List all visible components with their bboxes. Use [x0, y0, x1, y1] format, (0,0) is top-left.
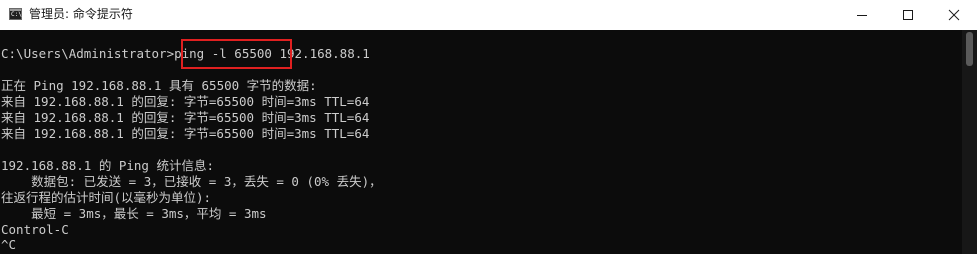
output-line: 来自 192.168.88.1 的回复: 字节=65500 时间=3ms TTL…: [1, 126, 370, 141]
output-line: 来自 192.168.88.1 的回复: 字节=65500 时间=3ms TTL…: [1, 110, 370, 125]
close-icon: [948, 9, 960, 21]
close-button[interactable]: [931, 0, 977, 30]
output-line: 来自 192.168.88.1 的回复: 字节=65500 时间=3ms TTL…: [1, 94, 370, 109]
window-title: 管理员: 命令提示符: [29, 7, 133, 21]
title-bar[interactable]: C:\ 管理员: 命令提示符: [0, 0, 977, 30]
output-line: 正在 Ping 192.168.88.1 具有 65500 字节的数据:: [1, 78, 317, 93]
cmd-icon-glyph: C:\: [11, 11, 22, 18]
maximize-icon: [903, 10, 913, 20]
output-line: Control-C: [1, 222, 69, 237]
command-highlight-box: [181, 39, 292, 69]
output-line: 数据包: 已发送 = 3，已接收 = 3，丢失 = 0 (0% 丢失)，: [1, 174, 382, 189]
console-output[interactable]: C:\Users\Administrator>ping -l 65500 192…: [0, 30, 962, 254]
prompt: C:\Users\Administrator>: [1, 46, 175, 61]
output-line: ^C: [1, 237, 17, 252]
cmd-icon[interactable]: C:\: [9, 8, 22, 20]
output-line: 最短 = 3ms，最长 = 3ms，平均 = 3ms: [1, 206, 267, 221]
scrollbar-thumb[interactable]: [966, 32, 973, 66]
output-line: 往返行程的估计时间(以毫秒为单位):: [1, 190, 212, 205]
maximize-button[interactable]: [885, 0, 931, 30]
command-prompt-window: C:\ 管理员: 命令提示符 C:\Users\Administrator>pi…: [0, 0, 977, 254]
vertical-scrollbar[interactable]: [962, 30, 977, 254]
minimize-icon: [857, 15, 867, 16]
output-line: 192.168.88.1 的 Ping 统计信息:: [1, 158, 215, 173]
minimize-button[interactable]: [839, 0, 885, 30]
